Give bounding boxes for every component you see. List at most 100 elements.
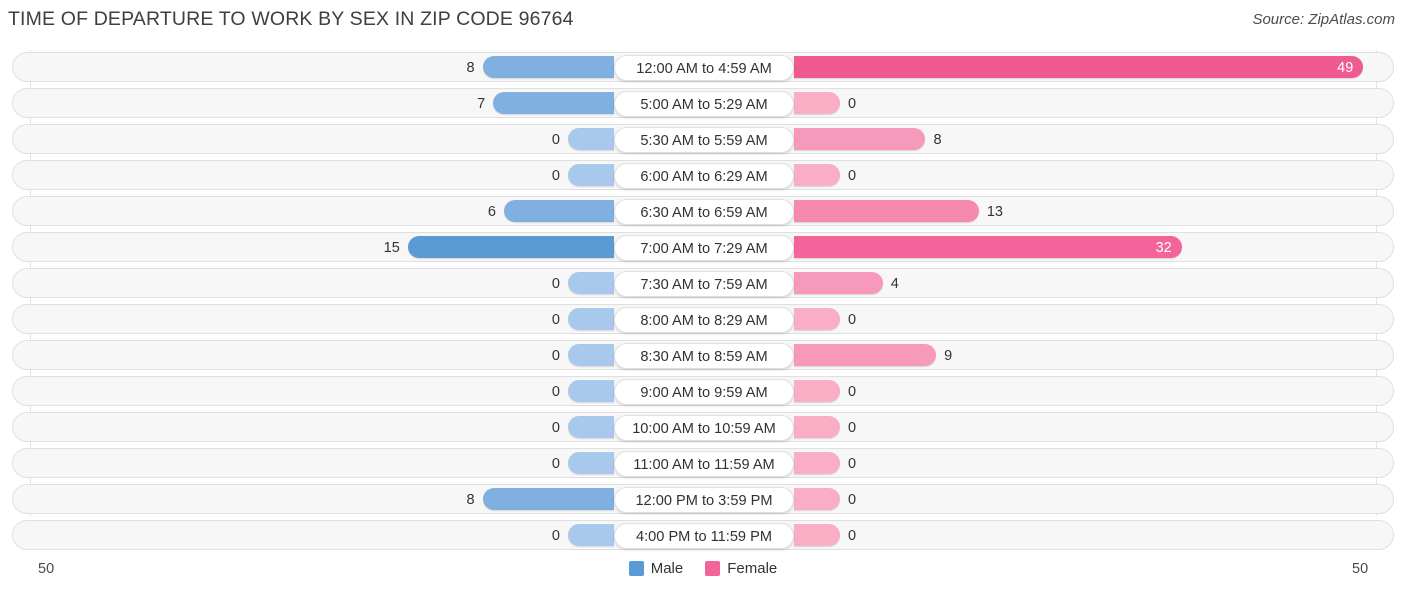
table-row[interactable]: 6 13 6:30 AM to 6:59 AM xyxy=(12,196,1394,226)
legend-item-female[interactable]: Female xyxy=(705,560,777,577)
legend-label-female: Female xyxy=(727,560,778,577)
row-category-label: 5:30 AM to 5:59 AM xyxy=(614,127,794,153)
value-label-male: 15 xyxy=(383,240,400,256)
bar-male[interactable] xyxy=(568,380,614,402)
value-label-female: 13 xyxy=(986,204,1003,220)
value-label-female: 32 xyxy=(1155,240,1172,256)
value-label-female: 0 xyxy=(848,96,857,112)
table-row[interactable]: 0 4 7:30 AM to 7:59 AM xyxy=(12,268,1394,298)
bar-male[interactable] xyxy=(482,488,614,510)
table-row[interactable]: 0 0 11:00 AM to 11:59 AM xyxy=(12,448,1394,478)
table-row[interactable]: 0 0 10:00 AM to 10:59 AM xyxy=(12,412,1394,442)
page-title: TIME OF DEPARTURE TO WORK BY SEX IN ZIP … xyxy=(8,8,574,30)
bar-female[interactable] xyxy=(794,452,840,474)
bar-female[interactable] xyxy=(794,272,883,294)
table-row[interactable]: 0 0 4:00 PM to 11:59 PM xyxy=(12,520,1394,550)
bar-female[interactable] xyxy=(794,236,1182,258)
row-content: 15 32 7:00 AM to 7:29 AM xyxy=(13,233,1393,261)
legend-label-male: Male xyxy=(650,560,684,577)
table-row[interactable]: 15 32 7:00 AM to 7:29 AM xyxy=(12,232,1394,262)
row-category-label: 10:00 AM to 10:59 AM xyxy=(614,415,794,441)
value-label-male: 0 xyxy=(551,276,560,292)
row-category-label: 6:00 AM to 6:29 AM xyxy=(614,163,794,189)
row-category-label: 12:00 AM to 4:59 AM xyxy=(614,55,794,81)
value-label-female: 9 xyxy=(944,348,953,364)
legend-item-male[interactable]: Male xyxy=(628,560,684,577)
row-content: 0 0 6:00 AM to 6:29 AM xyxy=(13,161,1393,189)
row-category-label: 7:30 AM to 7:59 AM xyxy=(614,271,794,297)
table-row[interactable]: 8 0 12:00 PM to 3:59 PM xyxy=(12,484,1394,514)
bar-female[interactable] xyxy=(794,56,1364,78)
row-category-label: 11:00 AM to 11:59 AM xyxy=(614,451,794,477)
bar-male[interactable] xyxy=(503,200,614,222)
value-label-male: 0 xyxy=(551,456,560,472)
bar-female[interactable] xyxy=(794,344,937,366)
value-label-female: 0 xyxy=(848,420,857,436)
bar-female[interactable] xyxy=(794,380,840,402)
table-row[interactable]: 0 0 6:00 AM to 6:29 AM xyxy=(12,160,1394,190)
row-content: 0 0 8:00 AM to 8:29 AM xyxy=(13,305,1393,333)
bar-male[interactable] xyxy=(493,92,614,114)
value-label-male: 0 xyxy=(551,132,560,148)
value-label-male: 0 xyxy=(551,420,560,436)
value-label-male: 0 xyxy=(551,312,560,328)
row-content: 7 0 5:00 AM to 5:29 AM xyxy=(13,89,1393,117)
bar-female[interactable] xyxy=(794,128,926,150)
bar-female[interactable] xyxy=(794,164,840,186)
table-row[interactable]: 7 0 5:00 AM to 5:29 AM xyxy=(12,88,1394,118)
bar-female[interactable] xyxy=(794,308,840,330)
value-label-male: 0 xyxy=(551,384,560,400)
chart-root: TIME OF DEPARTURE TO WORK BY SEX IN ZIP … xyxy=(0,0,1406,594)
bar-male[interactable] xyxy=(568,344,614,366)
value-label-female: 4 xyxy=(890,276,899,292)
row-category-label: 8:30 AM to 8:59 AM xyxy=(614,343,794,369)
value-label-female: 0 xyxy=(848,492,857,508)
row-category-label: 8:00 AM to 8:29 AM xyxy=(614,307,794,333)
chart-plot-area: 8 49 12:00 AM to 4:59 AM 7 0 5:00 AM to 5:29 … xyxy=(0,50,1406,555)
bar-female[interactable] xyxy=(794,524,840,546)
row-content: 6 13 6:30 AM to 6:59 AM xyxy=(13,197,1393,225)
bar-female[interactable] xyxy=(794,488,840,510)
source-attribution: Source: ZipAtlas.com xyxy=(1252,11,1395,28)
bar-male[interactable] xyxy=(568,452,614,474)
row-content: 0 0 11:00 AM to 11:59 AM xyxy=(13,449,1393,477)
bar-male[interactable] xyxy=(568,416,614,438)
table-row[interactable]: 0 9 8:30 AM to 8:59 AM xyxy=(12,340,1394,370)
table-row[interactable]: 0 8 5:30 AM to 5:59 AM xyxy=(12,124,1394,154)
bar-male[interactable] xyxy=(568,308,614,330)
value-label-female: 0 xyxy=(848,168,857,184)
legend-swatch-female-icon xyxy=(705,561,721,576)
bar-male[interactable] xyxy=(568,524,614,546)
row-category-label: 4:00 PM to 11:59 PM xyxy=(614,523,794,549)
bar-male[interactable] xyxy=(568,164,614,186)
row-content: 0 9 8:30 AM to 8:59 AM xyxy=(13,341,1393,369)
row-category-label: 5:00 AM to 5:29 AM xyxy=(614,91,794,117)
table-row[interactable]: 0 0 8:00 AM to 8:29 AM xyxy=(12,304,1394,334)
row-category-label: 6:30 AM to 6:59 AM xyxy=(614,199,794,225)
row-content: 0 8 5:30 AM to 5:59 AM xyxy=(13,125,1393,153)
row-content: 0 4 7:30 AM to 7:59 AM xyxy=(13,269,1393,297)
bar-male[interactable] xyxy=(568,272,614,294)
bar-male[interactable] xyxy=(407,236,614,258)
value-label-female: 0 xyxy=(848,456,857,472)
bar-male[interactable] xyxy=(482,56,614,78)
value-label-male: 0 xyxy=(551,168,560,184)
row-category-label: 9:00 AM to 9:59 AM xyxy=(614,379,794,405)
legend-swatch-male-icon xyxy=(628,561,644,576)
bar-male[interactable] xyxy=(568,128,614,150)
table-row[interactable]: 0 0 9:00 AM to 9:59 AM xyxy=(12,376,1394,406)
value-label-male: 8 xyxy=(466,492,475,508)
value-label-male: 7 xyxy=(477,96,486,112)
value-label-female: 8 xyxy=(933,132,942,148)
bar-female[interactable] xyxy=(794,92,840,114)
value-label-female: 0 xyxy=(848,528,857,544)
value-label-female: 49 xyxy=(1337,60,1354,76)
table-row[interactable]: 8 49 12:00 AM to 4:59 AM xyxy=(12,52,1394,82)
bar-female[interactable] xyxy=(794,200,979,222)
value-label-female: 0 xyxy=(848,312,857,328)
value-label-male: 0 xyxy=(551,528,560,544)
row-content: 0 0 10:00 AM to 10:59 AM xyxy=(13,413,1393,441)
row-content: 8 49 12:00 AM to 4:59 AM xyxy=(13,53,1393,81)
row-category-label: 12:00 PM to 3:59 PM xyxy=(614,487,794,513)
bar-female[interactable] xyxy=(794,416,840,438)
